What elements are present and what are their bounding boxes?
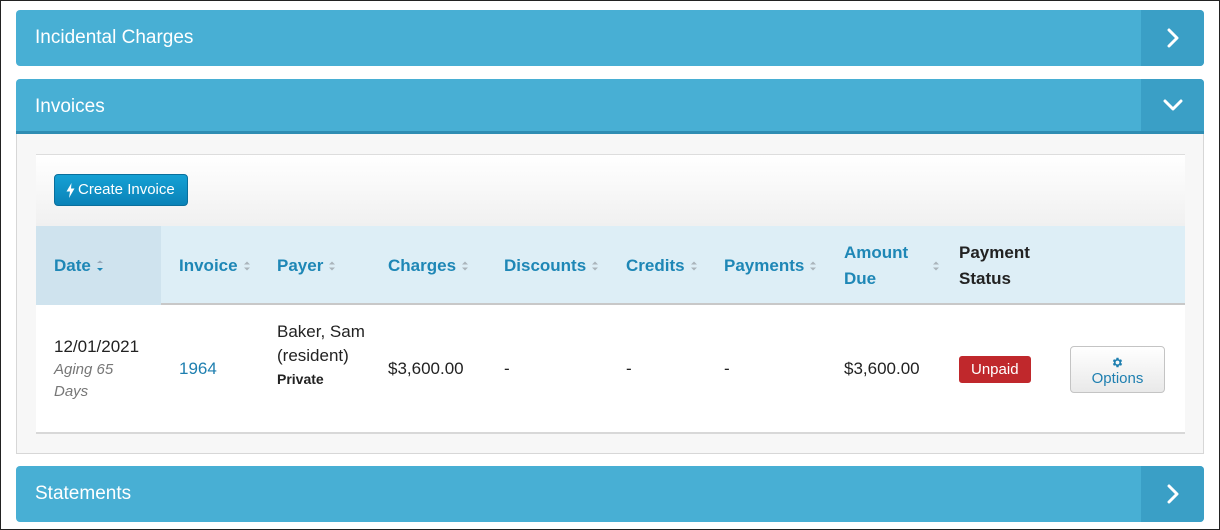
- discounts-cell: -: [504, 359, 510, 378]
- charges-cell: $3,600.00: [388, 359, 464, 378]
- invoices-panel-body: Create Invoice Date Invoice Payer Charge…: [16, 134, 1204, 454]
- sort-desc-icon: [96, 260, 103, 271]
- panel-title: Statements: [35, 483, 132, 504]
- payer-cell: Baker, Sam (resident) Private: [277, 320, 367, 390]
- table-toolbar: Create Invoice: [36, 155, 1185, 226]
- panel-title: Incidental Charges: [35, 27, 194, 48]
- sort-icon: [462, 261, 469, 270]
- panel-header-statements[interactable]: Statements: [16, 466, 1204, 522]
- collapse-toggle[interactable]: [1141, 79, 1204, 131]
- gear-icon: [1112, 357, 1123, 368]
- invoices-table-container: Create Invoice Date Invoice Payer Charge…: [36, 154, 1185, 434]
- table-header: Date Invoice Payer Charges Discounts Cre…: [36, 226, 1185, 305]
- options-button[interactable]: Options: [1070, 346, 1165, 393]
- column-header-discounts[interactable]: Discounts: [504, 226, 599, 305]
- credits-cell: -: [626, 359, 632, 378]
- sort-icon: [329, 261, 336, 270]
- payments-cell: -: [724, 359, 730, 378]
- invoice-number-link[interactable]: 1964: [179, 357, 217, 381]
- table-row: 12/01/2021 Aging 65 Days 1964 Baker, Sam…: [36, 305, 1185, 434]
- sort-icon: [243, 261, 250, 270]
- create-invoice-button[interactable]: Create Invoice: [54, 174, 188, 206]
- payer-name: Baker, Sam (resident): [277, 322, 365, 365]
- column-header-credits[interactable]: Credits: [626, 226, 698, 305]
- status-badge: Unpaid: [959, 356, 1031, 383]
- amount-due-cell: $3,600.00: [844, 359, 920, 378]
- column-header-invoice[interactable]: Invoice: [179, 226, 251, 305]
- options-label: Options: [1091, 370, 1144, 387]
- panel-header-incidental-charges[interactable]: Incidental Charges: [16, 10, 1204, 66]
- payer-type: Private: [277, 371, 324, 387]
- column-header-payments[interactable]: Payments: [724, 226, 817, 305]
- invoice-date: 12/01/2021: [54, 337, 140, 356]
- chevron-down-icon: [1163, 99, 1182, 111]
- chevron-right-icon: [1167, 28, 1178, 48]
- panel-title: Invoices: [35, 96, 105, 117]
- column-header-payer[interactable]: Payer: [277, 226, 336, 305]
- sort-icon: [592, 261, 599, 270]
- expand-toggle[interactable]: [1141, 466, 1204, 522]
- column-header-date[interactable]: Date: [36, 226, 161, 305]
- bolt-icon: [66, 182, 75, 198]
- sort-icon: [690, 261, 697, 270]
- chevron-right-icon: [1167, 484, 1178, 504]
- aging-text: Aging 65 Days: [54, 361, 114, 400]
- panel-header-invoices[interactable]: Invoices: [16, 79, 1204, 134]
- column-header-amount-due[interactable]: Amount Due: [844, 226, 940, 305]
- sort-icon: [810, 261, 817, 270]
- column-header-payment-status: Payment Status: [959, 242, 1030, 288]
- sort-icon: [933, 261, 939, 270]
- date-cell: 12/01/2021 Aging 65 Days: [54, 335, 154, 403]
- expand-toggle[interactable]: [1141, 10, 1204, 66]
- column-header-charges[interactable]: Charges: [388, 226, 469, 305]
- create-invoice-label: Create Invoice: [78, 181, 175, 198]
